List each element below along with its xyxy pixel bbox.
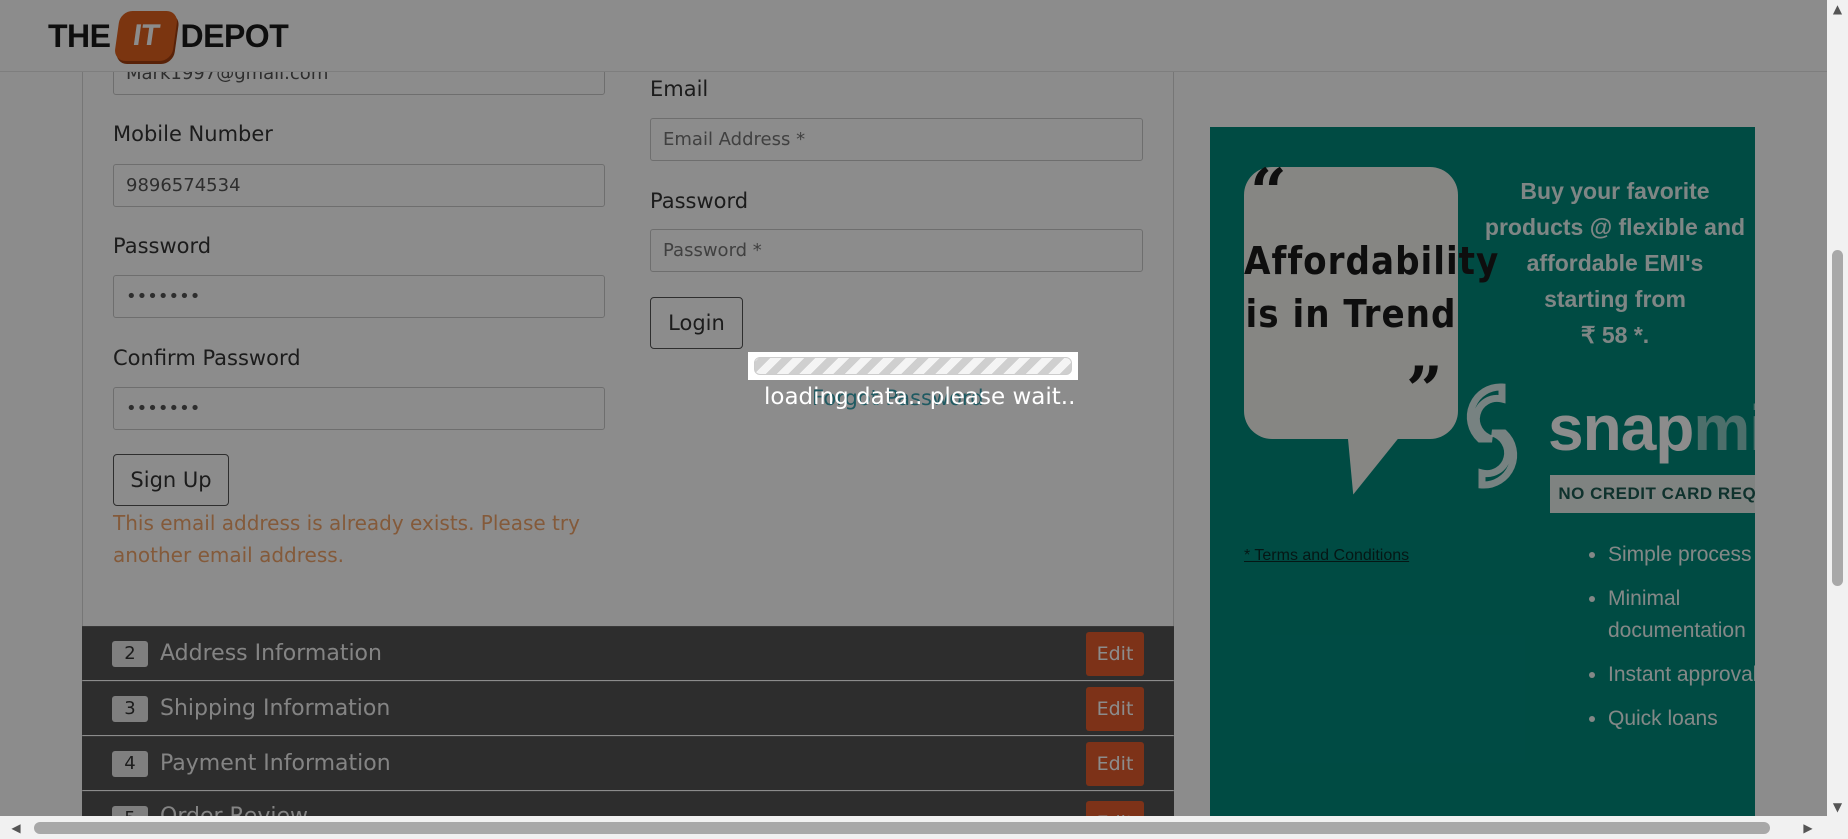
loading-progress-bar [754, 357, 1072, 375]
horizontal-scrollbar[interactable]: ◀ ▶ [0, 816, 1848, 839]
scroll-right-arrow-icon[interactable]: ▶ [1798, 818, 1818, 838]
scroll-left-arrow-icon[interactable]: ◀ [6, 818, 26, 838]
vertical-scrollbar[interactable]: ▲ ▼ [1827, 0, 1848, 816]
loading-message: loading data.. please wait.. [764, 384, 1076, 410]
scroll-down-arrow-icon[interactable]: ▼ [1827, 798, 1848, 816]
horizontal-scroll-thumb[interactable] [34, 822, 1770, 834]
loading-progress-box [748, 352, 1078, 380]
scroll-up-arrow-icon[interactable]: ▲ [1827, 0, 1848, 18]
vertical-scroll-thumb[interactable] [1832, 250, 1843, 586]
